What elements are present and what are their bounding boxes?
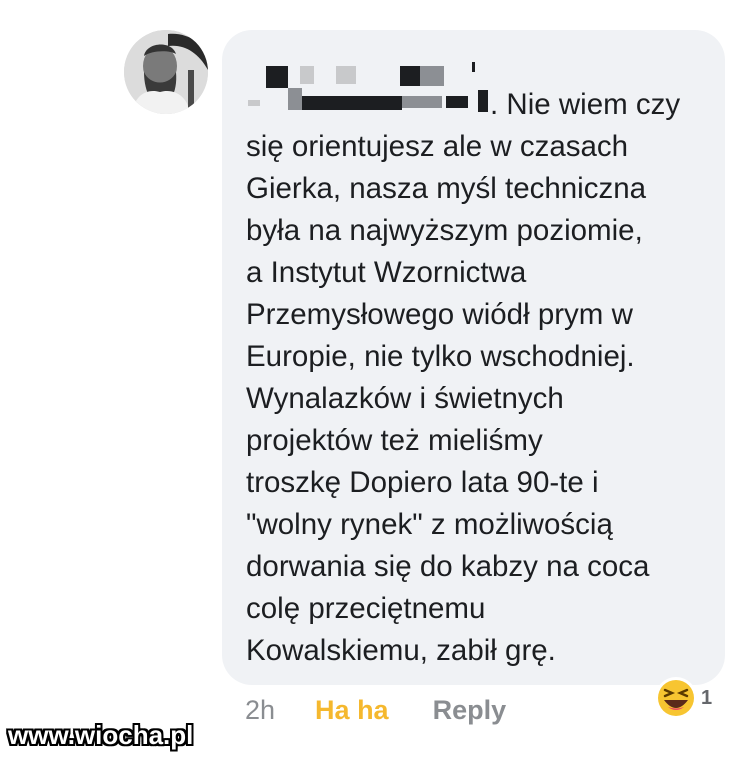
haha-emoji-icon <box>655 677 697 719</box>
comment-line: Europie, nie tylko wschodniej. <box>246 340 635 373</box>
comment-line: . Nie wiem czy <box>490 88 681 121</box>
comment-line: colę przeciętnemu <box>246 592 486 625</box>
comment-actions: 2h Ha ha Reply <box>245 692 506 728</box>
comment-line: Wynalazków i świetnych <box>246 382 564 415</box>
comment-timestamp[interactable]: 2h <box>245 695 275 726</box>
avatar-photo-icon <box>124 30 208 114</box>
reaction-summary[interactable]: 1 <box>653 676 725 720</box>
comment-line: "wolny rynek" z możliwością <box>246 508 613 541</box>
haha-reaction-button[interactable]: Ha ha <box>315 695 389 726</box>
comment-line: a Instytut Wzornictwa <box>246 256 527 289</box>
reaction-count: 1 <box>701 686 713 709</box>
comment-line: Kowalskiemu, zabił grę. <box>246 634 556 667</box>
reply-button[interactable]: Reply <box>433 695 507 726</box>
comment-line: Gierka, nasza myśl techniczna <box>246 172 647 205</box>
watermark: www.wiocha.pl <box>8 720 194 750</box>
comment-line: projektów też mieliśmy <box>246 424 543 457</box>
comment-line: Przemysłowego wiódł prym w <box>246 298 633 331</box>
comment-line: dorwania się do kabzy na coca <box>246 550 650 583</box>
avatar[interactable] <box>124 30 208 114</box>
comment-line: się orientujesz ale w czasach <box>246 130 629 163</box>
comment-line: troszkę Dopiero lata 90-te i <box>246 466 599 499</box>
comment-text: . Nie wiem czy się orientujesz ale w cza… <box>246 84 716 672</box>
comment-line: była na najwyższym poziomie, <box>246 214 643 247</box>
